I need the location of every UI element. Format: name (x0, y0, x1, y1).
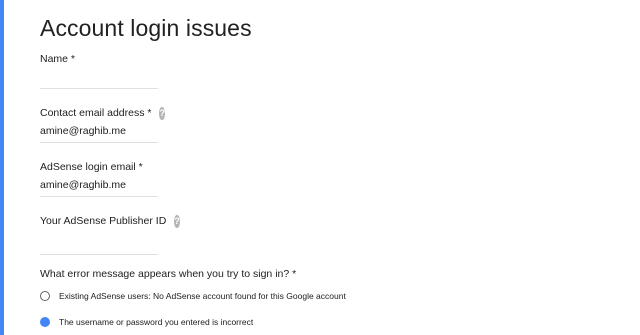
radio-button-checked-icon[interactable] (40, 317, 50, 327)
radio-option-no-account[interactable]: Existing AdSense users: No AdSense accou… (40, 291, 346, 301)
error-message-question: What error message appears when you try … (40, 268, 297, 280)
name-input[interactable] (40, 70, 158, 89)
contact-email-input[interactable] (40, 124, 158, 143)
radio-option-incorrect-password[interactable]: The username or password you entered is … (40, 317, 253, 327)
adsense-email-label: AdSense login email * (40, 161, 143, 173)
radio-button-unchecked-icon[interactable] (40, 291, 50, 301)
accent-bar (0, 0, 4, 335)
contact-email-label: Contact email address * (40, 107, 152, 119)
adsense-email-input[interactable] (40, 178, 158, 197)
publisher-id-input[interactable] (40, 236, 158, 255)
name-field-group: Name * (40, 50, 158, 89)
adsense-email-field-group: AdSense login email * (40, 158, 158, 197)
radio-option-label: The username or password you entered is … (59, 317, 254, 327)
page-title: Account login issues (40, 15, 252, 41)
name-label: Name * (40, 53, 76, 65)
contact-email-help-icon[interactable]: ? (159, 106, 165, 120)
publisher-id-help-icon[interactable]: ? (174, 214, 180, 228)
publisher-id-field-group: Your AdSense Publisher ID ? (40, 212, 180, 255)
contact-email-field-group: Contact email address * ? (40, 104, 165, 143)
publisher-id-label: Your AdSense Publisher ID (40, 215, 167, 227)
radio-option-label: Existing AdSense users: No AdSense accou… (59, 291, 346, 301)
